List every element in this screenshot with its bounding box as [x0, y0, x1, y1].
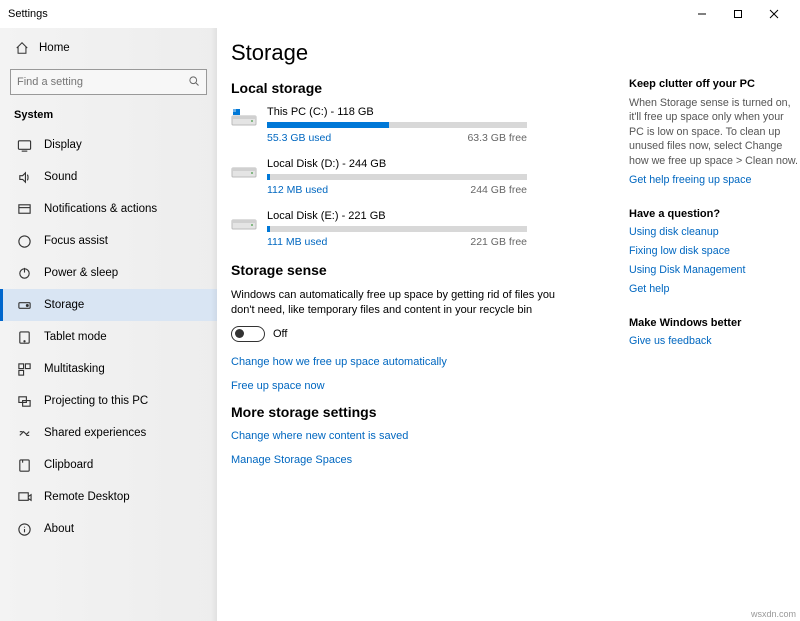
rail-feedback-link[interactable]: Give us feedback: [629, 335, 799, 347]
rail-help-link[interactable]: Using Disk Management: [629, 264, 799, 276]
drive-row[interactable]: This PC (C:) - 118 GB 55.3 GB used 63.3 GB…: [231, 106, 611, 144]
nav-label: Notifications & actions: [44, 203, 157, 215]
rail-clutter-title: Keep clutter off your PC: [629, 78, 799, 90]
search-input-wrap[interactable]: [10, 69, 207, 95]
main-pane: Storage Local storage This PC (C:) - 118…: [217, 28, 800, 621]
nav-label: Display: [44, 139, 82, 151]
used-label: 55.3 GB used: [267, 132, 331, 144]
rail-help-link[interactable]: Get help: [629, 283, 799, 295]
used-label: 112 MB used: [267, 184, 328, 196]
nav-item-about[interactable]: About: [0, 513, 217, 545]
nav-label: Focus assist: [44, 235, 108, 247]
rail-clutter-desc: When Storage sense is turned on, it'll f…: [629, 96, 799, 168]
drive-icon: [231, 212, 257, 232]
search-input[interactable]: [17, 76, 188, 88]
nav-item-notifications-actions[interactable]: Notifications & actions: [0, 193, 217, 225]
nav-item-power-sleep[interactable]: Power & sleep: [0, 257, 217, 289]
nav-icon: [17, 202, 32, 217]
drive-name: Local Disk (D:) - 244 GB: [267, 158, 611, 170]
category-label: System: [0, 103, 217, 129]
window-title: Settings: [8, 8, 48, 20]
home-label: Home: [39, 42, 70, 54]
nav-icon: [17, 170, 32, 185]
free-label: 221 GB free: [470, 236, 527, 248]
nav-icon: [17, 298, 32, 313]
nav-item-remote-desktop[interactable]: Remote Desktop: [0, 481, 217, 513]
window-controls: [684, 0, 792, 28]
search-icon: [188, 75, 200, 90]
storage-sense-toggle[interactable]: [231, 326, 265, 342]
nav-icon: [17, 266, 32, 281]
nav-label: About: [44, 523, 74, 535]
drive-row[interactable]: Local Disk (E:) - 221 GB 111 MB used 221 G…: [231, 210, 611, 248]
drive-name: Local Disk (E:) - 221 GB: [267, 210, 611, 222]
sidebar: Home System Display Sound Notifications & …: [0, 28, 217, 621]
close-button[interactable]: [756, 0, 792, 28]
nav-label: Power & sleep: [44, 267, 118, 279]
change-how-link[interactable]: Change how we free up space automaticall…: [231, 356, 611, 368]
nav-item-display[interactable]: Display: [0, 129, 217, 161]
nav-icon: [17, 234, 32, 249]
nav-label: Storage: [44, 299, 84, 311]
storage-sense-desc: Windows can automatically free up space …: [231, 288, 581, 318]
rail-question-links: Using disk cleanup Fixing low disk space U…: [629, 226, 799, 295]
free-label: 63.3 GB free: [467, 132, 527, 144]
manage-spaces-link[interactable]: Manage Storage Spaces: [231, 454, 611, 466]
nav-item-clipboard[interactable]: Clipboard: [0, 449, 217, 481]
nav-label: Tablet mode: [44, 331, 107, 343]
nav-list: Display Sound Notifications & actions Focus…: [0, 129, 217, 545]
rail-clutter-link[interactable]: Get help freeing up space: [629, 174, 799, 186]
usage-bar: [267, 122, 527, 128]
storage-sense-heading: Storage sense: [231, 262, 611, 278]
nav-icon: [17, 490, 32, 505]
nav-label: Clipboard: [44, 459, 93, 471]
home-button[interactable]: Home: [0, 32, 217, 63]
nav-icon: [17, 138, 32, 153]
drive-icon: [231, 108, 257, 128]
used-label: 111 MB used: [267, 236, 327, 248]
nav-icon: [17, 330, 32, 345]
drive-icon: [231, 160, 257, 180]
nav-icon: [17, 522, 32, 537]
minimize-button[interactable]: [684, 0, 720, 28]
drives-list: This PC (C:) - 118 GB 55.3 GB used 63.3 GB…: [231, 106, 611, 248]
rail-help-link[interactable]: Using disk cleanup: [629, 226, 799, 238]
free-up-now-link[interactable]: Free up space now: [231, 380, 611, 392]
more-storage-heading: More storage settings: [231, 404, 611, 420]
titlebar: Settings: [0, 0, 800, 28]
rail-help-link[interactable]: Fixing low disk space: [629, 245, 799, 257]
nav-item-projecting-to-this-pc[interactable]: Projecting to this PC: [0, 385, 217, 417]
nav-icon: [17, 394, 32, 409]
nav-item-focus-assist[interactable]: Focus assist: [0, 225, 217, 257]
nav-label: Shared experiences: [44, 427, 146, 439]
nav-label: Multitasking: [44, 363, 105, 375]
nav-icon: [17, 458, 32, 473]
usage-bar: [267, 174, 527, 180]
home-icon: [14, 40, 29, 55]
nav-label: Projecting to this PC: [44, 395, 148, 407]
local-storage-heading: Local storage: [231, 80, 611, 96]
rail-better-title: Make Windows better: [629, 317, 799, 329]
right-rail: Keep clutter off your PC When Storage se…: [629, 38, 799, 621]
page-title: Storage: [231, 40, 611, 66]
nav-item-sound[interactable]: Sound: [0, 161, 217, 193]
rail-question-title: Have a question?: [629, 208, 799, 220]
nav-icon: [17, 362, 32, 377]
nav-item-shared-experiences[interactable]: Shared experiences: [0, 417, 217, 449]
nav-label: Sound: [44, 171, 77, 183]
nav-item-storage[interactable]: Storage: [0, 289, 217, 321]
drive-row[interactable]: Local Disk (D:) - 244 GB 112 MB used 244 G…: [231, 158, 611, 196]
nav-item-multitasking[interactable]: Multitasking: [0, 353, 217, 385]
nav-label: Remote Desktop: [44, 491, 130, 503]
watermark: wsxdn.com: [751, 609, 796, 619]
nav-item-tablet-mode[interactable]: Tablet mode: [0, 321, 217, 353]
drive-name: This PC (C:) - 118 GB: [267, 106, 611, 118]
maximize-button[interactable]: [720, 0, 756, 28]
change-where-link[interactable]: Change where new content is saved: [231, 430, 611, 442]
free-label: 244 GB free: [470, 184, 527, 196]
toggle-state-label: Off: [273, 328, 287, 340]
nav-icon: [17, 426, 32, 441]
usage-bar: [267, 226, 527, 232]
